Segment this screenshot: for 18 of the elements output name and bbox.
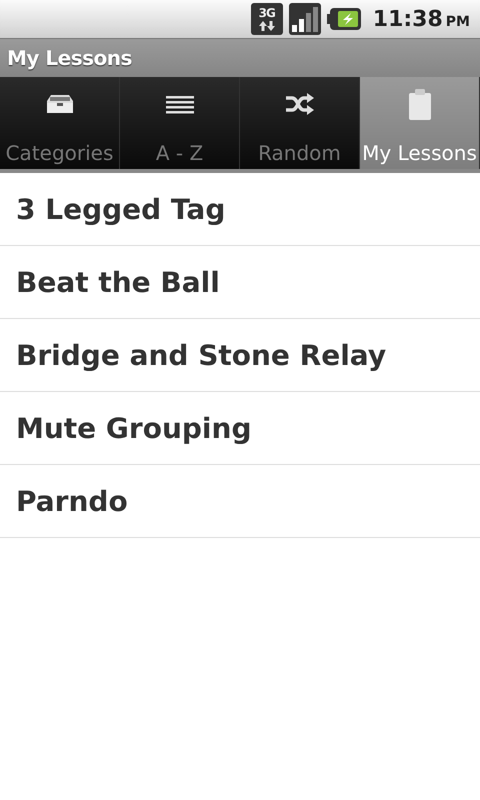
lesson-item[interactable]: Mute Grouping xyxy=(0,392,480,465)
battery-icon xyxy=(326,8,361,30)
tab[interactable]: A - Z xyxy=(120,77,240,169)
network-type-icon: 3G xyxy=(250,3,283,35)
clock-period: PM xyxy=(446,14,470,30)
tab[interactable]: Random xyxy=(240,77,360,169)
clock-time: 11:38 xyxy=(372,6,443,32)
lesson-item[interactable]: Beat the Ball xyxy=(0,246,480,319)
signal-icon xyxy=(288,3,321,35)
lesson-item[interactable]: Parndo xyxy=(0,465,480,538)
screen-title: My Lessons xyxy=(7,46,132,70)
lesson-item[interactable]: 3 Legged Tag xyxy=(0,173,480,246)
tab[interactable]: My Lessons xyxy=(360,77,480,169)
lesson-item[interactable]: Bridge and Stone Relay xyxy=(0,319,480,392)
lines-icon xyxy=(164,93,196,115)
tab[interactable]: Categories xyxy=(0,77,120,169)
shuffle-icon xyxy=(284,93,316,115)
clipboard-icon xyxy=(406,88,432,120)
